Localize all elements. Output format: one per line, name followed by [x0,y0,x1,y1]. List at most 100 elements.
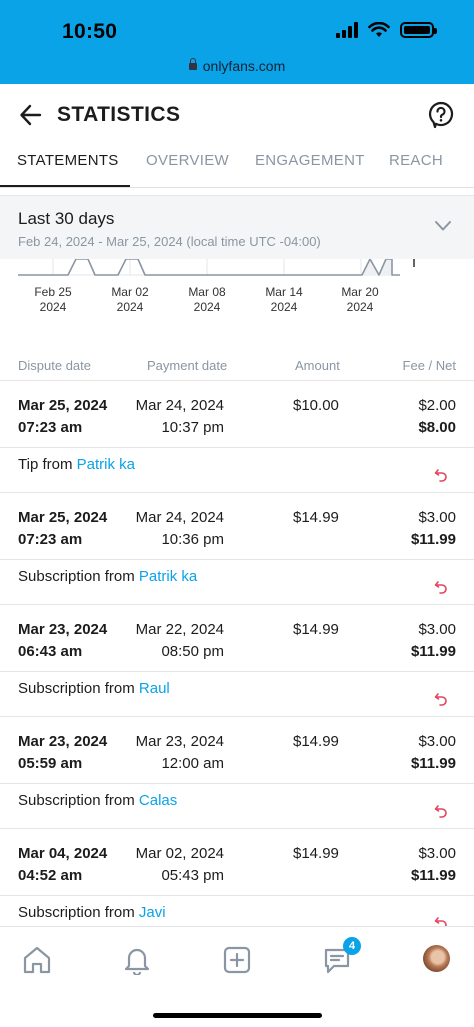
tab-overview[interactable]: OVERVIEW [146,152,229,169]
fee: $3.00 [418,733,456,750]
dispute-time: 05:59 am [18,755,83,772]
bottom-nav [0,926,474,1027]
statements-table-header: Dispute date Payment date Amount Fee / N… [0,356,474,380]
period-range: Feb 24, 2024 - Mar 25, 2024 (local time … [18,234,321,249]
chart-tick-label: Feb 25 2024 [34,285,72,314]
home-indicator [153,1013,322,1018]
net: $8.00 [418,419,456,436]
net: $11.99 [410,867,456,884]
avatar[interactable] [423,945,450,972]
user-link[interactable]: Raul [139,680,170,697]
statement-row: Mar 04, 2024 04:52 am Mar 02, 2024 05:43… [0,828,474,940]
bell-icon[interactable] [122,945,152,975]
dispute-date: Mar 25, 2024 [18,509,108,526]
column-fee-net: Fee / Net [402,358,456,373]
chart-tick-label: Mar 20 2024 [341,285,379,314]
chart-line [18,259,400,276]
dispute-time: 06:43 am [18,643,83,660]
chart-tick-label: Mar 02 2024 [111,285,149,314]
dispute-date: Mar 23, 2024 [18,621,108,638]
statement-row: Mar 25, 2024 07:23 am Mar 24, 2024 10:37… [0,380,474,492]
url-text: onlyfans.com [202,58,286,74]
payment-date: Mar 23, 2024 [135,733,224,750]
amount: $10.00 [293,397,339,414]
chart-tick-label: Mar 08 2024 [188,285,226,314]
column-amount: Amount [295,358,340,373]
battery-icon [400,22,437,38]
period-label: Last 30 days [18,209,115,228]
plus-square-icon[interactable] [222,945,252,975]
payment-time: 10:37 pm [161,419,224,436]
payment-date: Mar 24, 2024 [135,509,224,526]
payment-time: 12:00 am [161,755,224,772]
statements-list: Mar 25, 2024 07:23 am Mar 24, 2024 10:37… [0,380,474,940]
fee: $3.00 [418,509,456,526]
home-icon[interactable] [22,945,52,975]
statement-description: Tip from Patrik ka [0,447,474,493]
tab-reach[interactable]: REACH [389,152,443,169]
amount: $14.99 [293,621,339,638]
amount: $14.99 [293,509,339,526]
lock-icon [188,58,197,70]
dispute-date: Mar 25, 2024 [18,397,108,414]
payment-date: Mar 22, 2024 [135,621,224,638]
user-link[interactable]: Calas [139,792,177,809]
wifi-icon [368,22,390,37]
period-selector[interactable]: Last 30 days Feb 24, 2024 - Mar 25, 2024… [0,195,474,259]
help-icon[interactable] [428,101,454,129]
active-tab-underline [0,185,130,187]
dispute-time: 07:23 am [18,531,83,548]
payment-date: Mar 02, 2024 [135,845,224,862]
fee: $3.00 [418,621,456,638]
tab-engagement[interactable]: ENGAGEMENT [255,152,365,169]
status-icons [336,22,437,38]
back-arrow-icon[interactable] [18,102,44,128]
column-dispute-date: Dispute date [18,358,91,373]
payment-time: 10:36 pm [161,531,224,548]
chargeback-icon[interactable] [434,580,448,594]
payment-time: 08:50 pm [161,643,224,660]
transaction-type: Subscription from [18,680,135,697]
fee: $2.00 [418,397,456,414]
transaction-type: Tip from [18,456,73,473]
statement-row: Mar 23, 2024 05:59 am Mar 23, 2024 12:00… [0,716,474,828]
amount: $14.99 [293,733,339,750]
column-payment-date: Payment date [147,358,228,373]
messages-badge: 4 [343,937,361,955]
user-link[interactable]: Patrik ka [139,568,197,585]
statement-description: Subscription from Raul [0,671,474,717]
status-bar: 10:50 onlyfans.com [0,0,474,84]
amount: $14.99 [293,845,339,862]
chargeback-icon[interactable] [434,804,448,818]
payment-time: 05:43 pm [161,867,224,884]
statement-description: Subscription from Patrik ka [0,559,474,605]
user-link[interactable]: Patrik ka [77,456,135,473]
transaction-type: Subscription from [18,792,135,809]
dispute-date: Mar 04, 2024 [18,845,108,862]
tabs-bar: STATEMENTS OVERVIEW ENGAGEMENT REACH [0,146,474,188]
tab-statements[interactable]: STATEMENTS [17,152,119,169]
fee: $3.00 [418,845,456,862]
chevron-down-icon[interactable] [434,220,452,232]
chart-tick-label: Mar 14 2024 [265,285,303,314]
net: $11.99 [410,755,456,772]
signal-icon [336,22,358,38]
url-bar[interactable]: onlyfans.com [0,58,474,74]
page-header: STATISTICS [0,84,474,146]
statement-description: Subscription from Calas [0,783,474,829]
transaction-type: Subscription from [18,568,135,585]
earnings-chart: Feb 25 2024 Mar 02 2024 Mar 08 2024 Mar 14 2… [0,259,474,319]
statement-row: Mar 25, 2024 07:23 am Mar 24, 2024 10:36… [0,492,474,604]
statement-row: Mar 23, 2024 06:43 am Mar 22, 2024 08:50… [0,604,474,716]
dispute-time: 04:52 am [18,867,83,884]
user-link[interactable]: Javi [139,904,166,921]
chargeback-icon[interactable] [434,692,448,706]
dispute-time: 07:23 am [18,419,83,436]
net: $11.99 [410,643,456,660]
status-time: 10:50 [62,20,118,43]
dispute-date: Mar 23, 2024 [18,733,108,750]
page-title: STATISTICS [57,103,181,126]
transaction-type: Subscription from [18,904,135,921]
chart-gridlines [52,259,362,275]
chargeback-icon[interactable] [434,468,448,482]
